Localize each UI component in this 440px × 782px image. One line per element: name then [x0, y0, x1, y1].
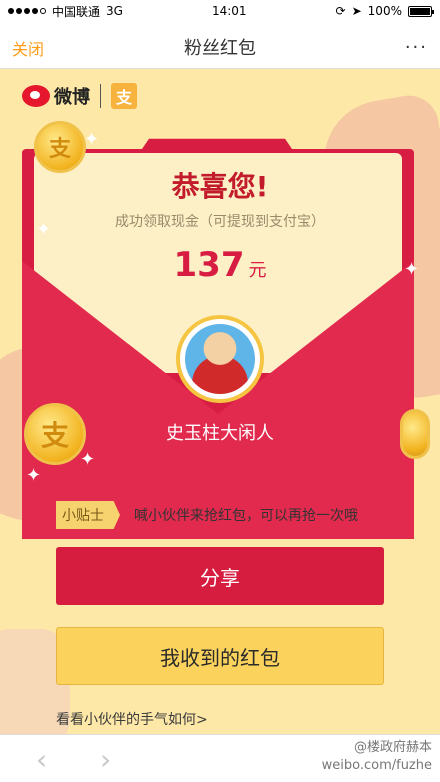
back-arrow-icon[interactable]: ‹ [36, 743, 47, 776]
tip-row: 小贴士 喊小伙伴来抢红包，可以再抢一次哦 [56, 501, 358, 529]
alipay-logo-icon: 支 [111, 83, 137, 109]
sparkle-icon: ✦ [80, 449, 96, 470]
navbar: 关闭 粉丝红包 ... [0, 22, 440, 69]
red-packet-content: 微博 支 恭喜您! 成功领取现金（可提现到支付宝） 137 元 史玉柱大闲人 支 … [0, 69, 440, 734]
weibo-label: 微博 [54, 87, 90, 108]
weibo-logo: 微博 [22, 83, 90, 109]
my-received-red-packets-button[interactable]: 我收到的红包 [56, 627, 384, 685]
amount-display: 137 元 [0, 245, 440, 285]
more-menu-button[interactable]: ... [405, 32, 428, 53]
amount-unit: 元 [248, 260, 267, 281]
tip-text: 喊小伙伴来抢红包，可以再抢一次哦 [134, 508, 358, 524]
battery-percent: 100% [367, 4, 402, 18]
sparkle-icon: ✦ [26, 465, 42, 486]
share-button[interactable]: 分享 [56, 547, 384, 605]
sparkle-icon: ✦ [84, 129, 100, 150]
sparkle-icon: ✦ [404, 259, 420, 280]
alipay-coin-icon: 支 [24, 403, 86, 465]
status-right: ⟳ ➤ 100% [335, 4, 434, 18]
forward-arrow-icon[interactable]: › [100, 743, 111, 776]
browser-bottom-bar: ‹ › @楼政府赫本 weibo.com/fuzhe [0, 734, 440, 782]
rotation-lock-icon: ⟳ [335, 4, 346, 18]
cash-received-text: 成功领取现金（可提现到支付宝） [115, 214, 325, 230]
network-label: 3G [106, 4, 123, 18]
location-arrow-icon: ➤ [351, 4, 362, 18]
avatar-cartoon-image [185, 324, 255, 394]
clock: 14:01 [211, 4, 247, 18]
watermark-handle: @楼政府赫本 [353, 740, 432, 755]
page-title: 粉丝红包 [184, 38, 256, 59]
tip-badge: 小贴士 [56, 501, 120, 529]
amount-value: 137 [173, 245, 245, 285]
brand-row: 微博 支 [22, 83, 137, 109]
brand-divider [100, 84, 101, 108]
battery-fill [409, 7, 430, 15]
partial-coin-icon [400, 409, 430, 459]
sender-avatar[interactable] [176, 315, 264, 403]
sparkle-icon: ✦ [36, 219, 52, 240]
watermark-url: weibo.com/fuzhe [321, 758, 432, 773]
status-left: 中国联通 3G [8, 3, 123, 20]
signal-strength-icon [8, 8, 46, 14]
watermark: @楼政府赫本 weibo.com/fuzhe [322, 739, 432, 775]
weibo-eye-icon [22, 85, 50, 107]
status-bar: 中国联通 3G 14:01 ⟳ ➤ 100% [0, 0, 440, 22]
battery-icon [407, 5, 434, 17]
alipay-coin-icon: 支 [34, 121, 86, 173]
carrier-label: 中国联通 [52, 4, 101, 19]
friends-luck-link[interactable]: 看看小伙伴的手气如何> [56, 709, 208, 729]
